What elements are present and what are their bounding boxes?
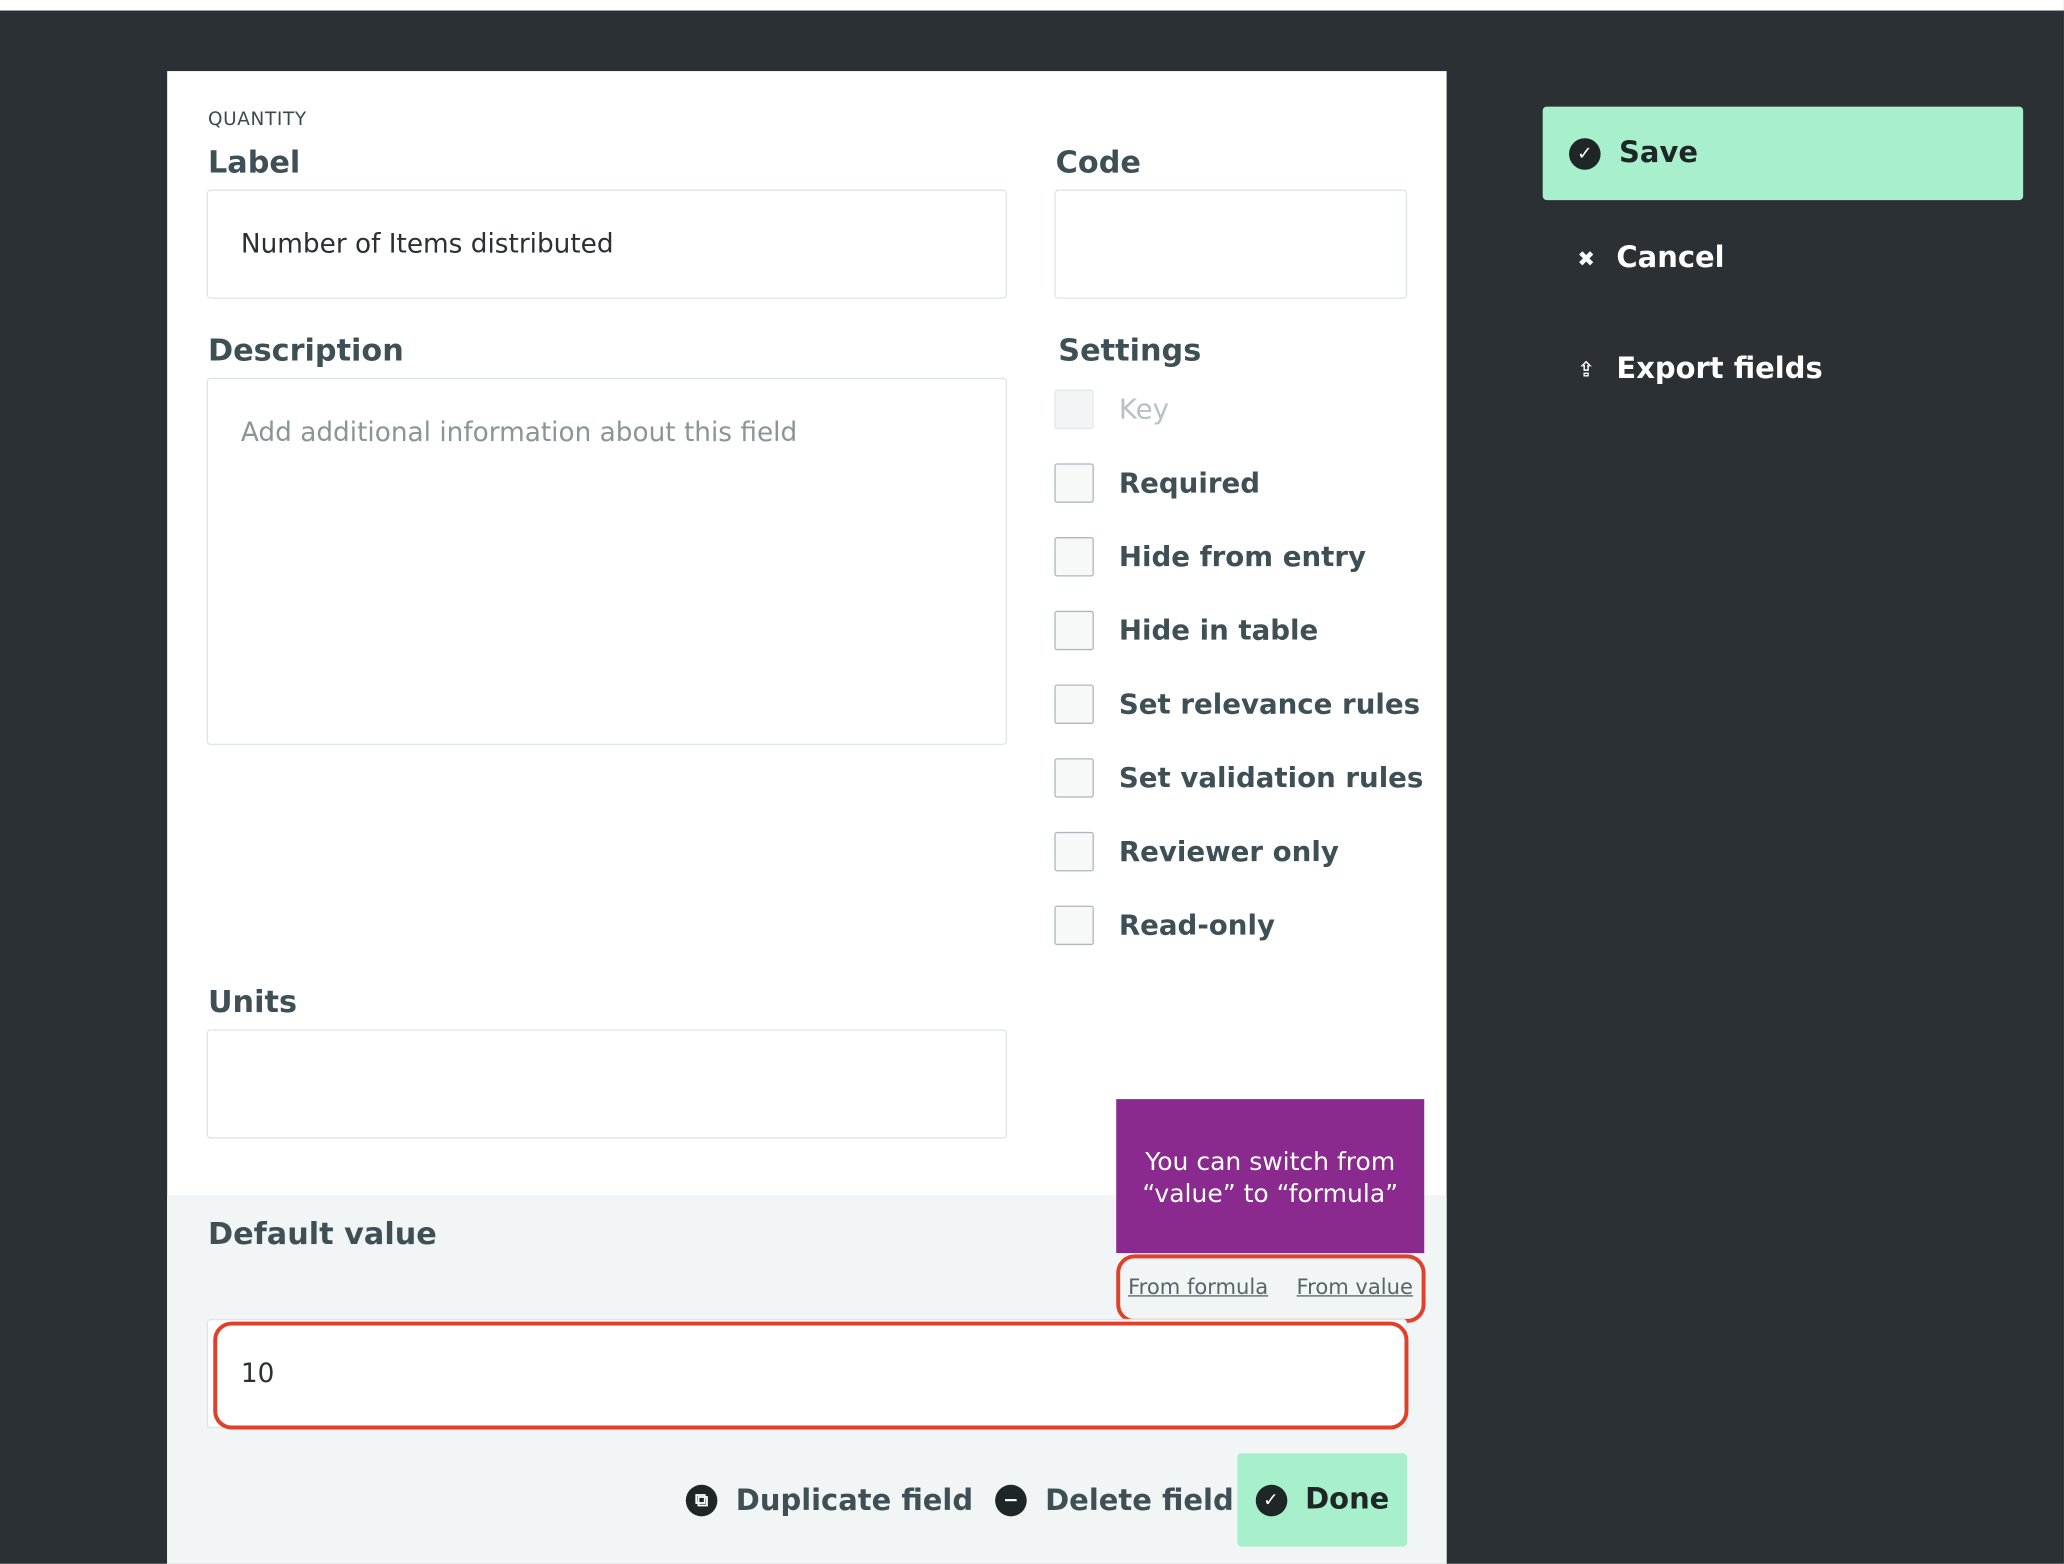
hide-from-entry-checkbox[interactable] [1054,537,1094,577]
hide-in-table-checkbox[interactable] [1054,610,1094,651]
settings-title: Settings [1058,334,1202,369]
close-icon: ✖ [1577,246,1595,272]
default-value-highlight [213,1321,1409,1430]
app-stage: QUANTITY Label Number of Items distribut… [0,0,2064,1564]
validation-rules-checkbox[interactable] [1054,758,1094,798]
tip-callout-line-2: “value” to “formula” [1142,1179,1399,1209]
duplicate-icon: ⧉ [685,1484,718,1517]
delete-field-label: Delete field [1045,1484,1234,1518]
done-label: Done [1305,1483,1390,1517]
required-checkbox[interactable] [1054,463,1094,503]
tip-callout-line-1: You can switch from [1145,1147,1396,1177]
minus-circle-icon: − [995,1484,1027,1517]
description-textarea[interactable]: Add additional information about this fi… [206,377,1007,746]
code-input[interactable] [1054,189,1408,299]
duplicate-field-button[interactable]: ⧉ Duplicate field [685,1474,974,1527]
read-only-label[interactable]: Read-only [1119,910,1275,942]
cancel-label: Cancel [1616,242,1725,276]
label-input[interactable]: Number of Items distributed [206,189,1007,299]
default-value-title: Default value [207,1217,437,1252]
tip-callout: You can switch from “value” to “formula” [1116,1099,1425,1254]
relevance-rules-checkbox[interactable] [1054,684,1094,724]
check-circle-icon: ✓ [1255,1484,1287,1516]
description-placeholder: Add additional information about this fi… [240,415,798,448]
save-button[interactable]: ✓ Save [1542,106,2024,201]
units-title: Units [207,985,297,1021]
key-label: Key [1118,393,1169,426]
label-title: Label [207,146,301,181]
relevance-rules-label[interactable]: Set relevance rules [1119,688,1420,720]
code-title: Code [1055,146,1141,181]
units-input[interactable] [206,1029,1007,1139]
reviewer-only-label[interactable]: Reviewer only [1119,836,1339,868]
check-circle-icon: ✓ [1569,137,1601,170]
description-title: Description [207,334,404,369]
export-fields-label: Export fields [1616,352,1823,386]
duplicate-field-label: Duplicate field [735,1484,974,1518]
read-only-checkbox[interactable] [1054,905,1094,946]
done-button[interactable]: ✓ Done [1237,1453,1408,1547]
save-label: Save [1619,136,1698,170]
delete-field-button[interactable]: − Delete field [995,1474,1234,1527]
field-type-label: QUANTITY [207,109,307,131]
reviewer-only-checkbox[interactable] [1054,831,1094,872]
top-strip [0,0,2064,11]
cancel-button[interactable]: ✖ Cancel [1574,242,1724,275]
export-fields-button[interactable]: ⇪ Export fields [1574,353,1822,386]
validation-rules-label[interactable]: Set validation rules [1119,762,1424,794]
upload-icon: ⇪ [1577,356,1595,382]
field-editor-panel: QUANTITY Label Number of Items distribut… [167,71,1447,1564]
key-checkbox [1054,389,1094,430]
hide-in-table-label[interactable]: Hide in table [1119,615,1318,647]
label-input-value: Number of Items distributed [240,227,614,260]
required-label[interactable]: Required [1119,467,1260,499]
mode-switch-highlight [1116,1254,1426,1323]
hide-from-entry-label[interactable]: Hide from entry [1119,541,1366,573]
